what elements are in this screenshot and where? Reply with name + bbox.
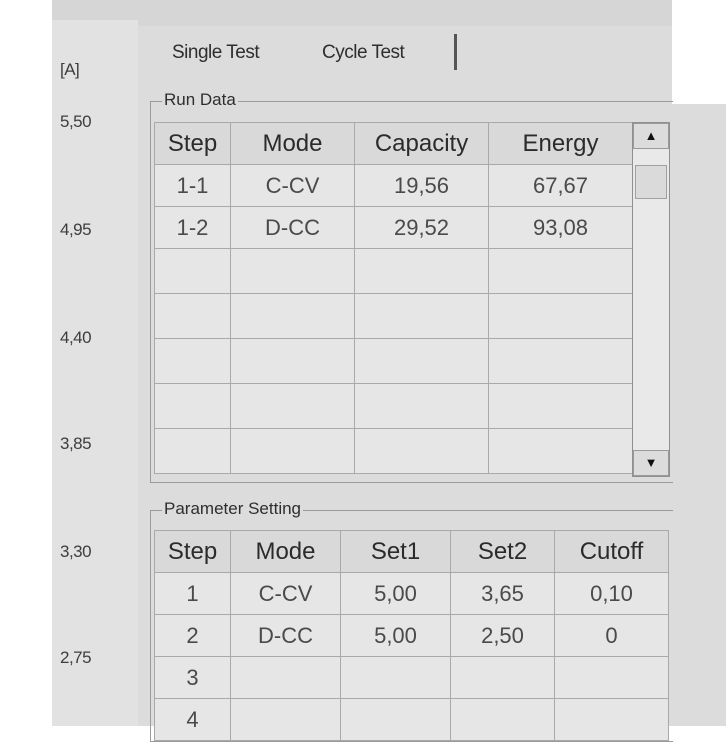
right-panel-strip: [672, 104, 726, 726]
axis-tick-label: 4,95: [60, 220, 92, 239]
table-row-empty[interactable]: [154, 383, 633, 429]
column-header-step[interactable]: Step: [154, 122, 231, 165]
empty-cell: [154, 428, 231, 474]
column-header-mode[interactable]: Mode: [230, 530, 341, 573]
axis-tick-label: 5,50: [60, 112, 92, 131]
column-header-step[interactable]: Step: [154, 530, 231, 573]
table-row-empty[interactable]: [154, 248, 633, 294]
table-row-empty[interactable]: [154, 293, 633, 339]
empty-cell: [154, 383, 231, 429]
triangle-up-icon: ▲: [644, 128, 658, 143]
cell-mode: C-CV: [230, 164, 355, 207]
run-data-caption: Run Data: [162, 90, 238, 110]
table-row[interactable]: 1-2 D-CC 29,52 93,08: [154, 206, 633, 249]
tab-caret-separator: [454, 34, 457, 70]
cell-mode: C-CV: [230, 572, 341, 615]
cell-step: 4: [154, 698, 231, 741]
table-row[interactable]: 4: [154, 698, 669, 741]
cell-energy: 93,08: [488, 206, 633, 249]
triangle-down-icon: ▼: [644, 455, 658, 470]
empty-cell: [354, 293, 489, 339]
scroll-thumb[interactable]: [635, 165, 667, 199]
parameter-setting-caption: Parameter Setting: [162, 499, 304, 519]
empty-cell: [154, 293, 231, 339]
parameter-setting-table: Step Mode Set1 Set2 Cutoff 1 C-CV 5,00 3…: [154, 530, 669, 741]
run-data-table: Step Mode Capacity Energy 1-1 C-CV 19,56…: [154, 122, 633, 474]
table-row[interactable]: 3: [154, 656, 669, 699]
cell-capacity: 19,56: [354, 164, 489, 207]
cell-mode: D-CC: [230, 206, 355, 249]
cell-cutoff: [554, 656, 669, 699]
axis-tick-label: 2,75: [60, 648, 92, 667]
table-row-empty[interactable]: [154, 338, 633, 384]
axis-tick-label: 4,40: [60, 328, 92, 347]
cell-energy: 67,67: [488, 164, 633, 207]
empty-cell: [230, 428, 355, 474]
cell-set2: 3,65: [450, 572, 555, 615]
scroll-up-button[interactable]: ▲: [633, 123, 669, 149]
column-header-set1[interactable]: Set1: [340, 530, 451, 573]
cell-step: 1-1: [154, 164, 231, 207]
table-row[interactable]: 2 D-CC 5,00 2,50 0: [154, 614, 669, 657]
table-header-row: Step Mode Set1 Set2 Cutoff: [154, 530, 669, 573]
table-header-row: Step Mode Capacity Energy: [154, 122, 633, 165]
cell-set2: [450, 698, 555, 741]
window-top-strip: [52, 0, 672, 26]
table-row[interactable]: 1 C-CV 5,00 3,65 0,10: [154, 572, 669, 615]
axis-unit-label: [A]: [60, 60, 80, 79]
column-header-mode[interactable]: Mode: [230, 122, 355, 165]
cell-set1: [340, 698, 451, 741]
cell-mode: D-CC: [230, 614, 341, 657]
cell-step: 2: [154, 614, 231, 657]
scroll-down-button[interactable]: ▼: [633, 450, 669, 476]
cell-step: 3: [154, 656, 231, 699]
empty-cell: [154, 248, 231, 294]
empty-cell: [488, 383, 633, 429]
cell-set2: [450, 656, 555, 699]
empty-cell: [230, 248, 355, 294]
cell-cutoff: 0: [554, 614, 669, 657]
axis-tick-label: 3,85: [60, 434, 92, 453]
tab-cycle-test[interactable]: Cycle Test: [322, 42, 405, 64]
cell-step: 1: [154, 572, 231, 615]
cell-cutoff: [554, 698, 669, 741]
cell-cutoff: 0,10: [554, 572, 669, 615]
empty-cell: [354, 383, 489, 429]
empty-cell: [488, 338, 633, 384]
empty-cell: [230, 293, 355, 339]
column-header-cutoff[interactable]: Cutoff: [554, 530, 669, 573]
empty-cell: [354, 248, 489, 294]
empty-cell: [488, 428, 633, 474]
empty-cell: [354, 428, 489, 474]
run-data-scrollbar[interactable]: ▲ ▼: [632, 122, 670, 477]
tab-single-test[interactable]: Single Test: [172, 42, 260, 64]
cell-set1: 5,00: [340, 614, 451, 657]
cell-set1: [340, 656, 451, 699]
cell-set1: 5,00: [340, 572, 451, 615]
cell-set2: 2,50: [450, 614, 555, 657]
cell-mode: [230, 656, 341, 699]
column-header-set2[interactable]: Set2: [450, 530, 555, 573]
cell-mode: [230, 698, 341, 741]
cell-capacity: 29,52: [354, 206, 489, 249]
table-row-empty[interactable]: [154, 428, 633, 474]
empty-cell: [230, 338, 355, 384]
axis-tick-label: 3,30: [60, 542, 92, 561]
empty-cell: [488, 248, 633, 294]
empty-cell: [488, 293, 633, 339]
empty-cell: [230, 383, 355, 429]
column-header-energy[interactable]: Energy: [488, 122, 633, 165]
empty-cell: [154, 338, 231, 384]
right-blank-area: [672, 0, 726, 104]
table-row[interactable]: 1-1 C-CV 19,56 67,67: [154, 164, 633, 207]
cell-step: 1-2: [154, 206, 231, 249]
column-header-capacity[interactable]: Capacity: [354, 122, 489, 165]
empty-cell: [354, 338, 489, 384]
